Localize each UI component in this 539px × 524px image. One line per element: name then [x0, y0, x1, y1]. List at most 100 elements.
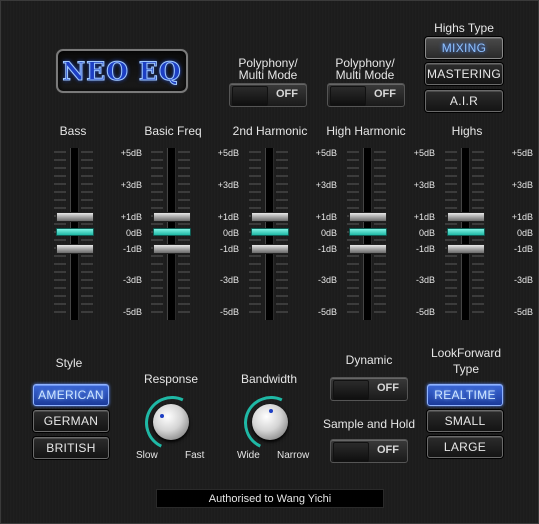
toggle-knob [330, 86, 366, 106]
scale-label: 0dB [320, 228, 337, 238]
band-label-highs: Highs [451, 124, 483, 138]
scale-label: -5dB [122, 307, 142, 317]
scale-label: +5dB [315, 148, 337, 158]
slider-thumb-lower[interactable] [153, 244, 191, 254]
scale-label: -3dB [122, 275, 142, 285]
scale-label: +3dB [413, 180, 435, 190]
scale-label: -1dB [219, 244, 239, 254]
highs-type-mastering-button[interactable]: MASTERING [425, 63, 503, 85]
scale-label: -1dB [513, 244, 533, 254]
scale-label: -1dB [122, 244, 142, 254]
logo-text: NEO EQ [62, 56, 182, 86]
response-knob-body [153, 404, 189, 440]
bandwidth-knob[interactable] [236, 388, 306, 458]
band-label-high-harmonic: High Harmonic [326, 124, 406, 138]
scale-label: +1dB [315, 212, 337, 222]
toggle-knob [232, 86, 268, 106]
sample-hold-title: Sample and Hold [322, 417, 416, 431]
scale-label: +5dB [217, 148, 239, 158]
scale-label: +5dB [511, 148, 533, 158]
slider-thumb-lower[interactable] [251, 244, 289, 254]
slider-thumb-upper[interactable] [153, 212, 191, 222]
toggle-knob [333, 442, 369, 462]
polyphony-toggle-2-state: OFF [374, 88, 396, 100]
bandwidth-knob-indicator [269, 409, 273, 413]
scale-label: -5dB [513, 307, 533, 317]
dynamic-toggle-state: OFF [377, 382, 399, 394]
style-british-button[interactable]: BRITISH [33, 437, 109, 459]
slider-center-marker [251, 228, 289, 236]
slider-thumb-lower[interactable] [56, 244, 94, 254]
dynamic-title: Dynamic [345, 353, 393, 367]
polyphony-label-2-line2: Multi Mode [335, 68, 395, 82]
lookforward-title-line1: LookForward [430, 346, 502, 360]
band-label-basic-freq: Basic Freq [144, 124, 202, 138]
scale-label: -5dB [219, 307, 239, 317]
scale-label: -3dB [415, 275, 435, 285]
scale-label: 0dB [125, 228, 142, 238]
highs-type-air-button[interactable]: A.I.R [425, 90, 503, 112]
scale-label: -3dB [513, 275, 533, 285]
scale-label: -3dB [317, 275, 337, 285]
band-label-2nd-harmonic: 2nd Harmonic [232, 124, 308, 138]
slider-thumb-upper[interactable] [56, 212, 94, 222]
response-max-label: Fast [185, 450, 205, 461]
response-knob[interactable] [137, 388, 207, 458]
style-title: Style [55, 356, 83, 370]
slider-high-harmonic[interactable] [339, 146, 399, 321]
slider-center-marker [153, 228, 191, 236]
scale-label: +1dB [511, 212, 533, 222]
lookforward-title-line2: Type [452, 362, 479, 376]
response-knob-indicator [160, 414, 164, 418]
slider-center-marker [447, 228, 485, 236]
lookforward-realtime-button[interactable]: REALTIME [427, 384, 503, 406]
scale-label: +3dB [511, 180, 533, 190]
slider-basic-freq[interactable] [143, 146, 203, 321]
eq-plugin-panel: NEO EQ Polyphony/ Multi Mode OFF Polypho… [0, 0, 539, 524]
response-title: Response [143, 372, 199, 386]
dynamic-toggle[interactable]: OFF [330, 377, 408, 401]
scale-label: -5dB [317, 307, 337, 317]
style-american-button[interactable]: AMERICAN [33, 384, 109, 406]
slider-thumb-upper[interactable] [251, 212, 289, 222]
scale-label: +1dB [413, 212, 435, 222]
scale-label: -5dB [415, 307, 435, 317]
scale-label: 0dB [516, 228, 533, 238]
scale-label: +5dB [120, 148, 142, 158]
scale-label: +5dB [413, 148, 435, 158]
polyphony-toggle-2[interactable]: OFF [327, 83, 405, 107]
polyphony-label-1-line2: Multi Mode [238, 68, 298, 82]
slider-thumb-lower[interactable] [349, 244, 387, 254]
scale-label: -3dB [219, 275, 239, 285]
polyphony-label-2: Polyphony/ Multi Mode [326, 57, 404, 81]
polyphony-toggle-1-state: OFF [276, 88, 298, 100]
sample-hold-toggle[interactable]: OFF [330, 439, 408, 463]
slider-center-marker [349, 228, 387, 236]
slider-bass[interactable] [46, 146, 106, 321]
lookforward-large-button[interactable]: LARGE [427, 436, 503, 458]
slider-highs[interactable] [437, 146, 497, 321]
license-footer: Authorised to Wang Yichi [156, 489, 384, 508]
slider-2nd-harmonic[interactable] [241, 146, 301, 321]
bandwidth-max-label: Narrow [277, 450, 310, 461]
lookforward-small-button[interactable]: SMALL [427, 410, 503, 432]
highs-type-mixing-button[interactable]: MIXING [425, 37, 503, 59]
style-german-button[interactable]: GERMAN [33, 410, 109, 432]
slider-center-marker [56, 228, 94, 236]
slider-thumb-lower[interactable] [447, 244, 485, 254]
polyphony-toggle-1[interactable]: OFF [229, 83, 307, 107]
highs-type-title: Highs Type [434, 21, 494, 35]
scale-label: 0dB [222, 228, 239, 238]
bandwidth-min-label: Wide [237, 450, 260, 461]
bandwidth-title: Bandwidth [240, 372, 298, 386]
scale-label: -1dB [415, 244, 435, 254]
scale-label: +1dB [217, 212, 239, 222]
polyphony-label-1: Polyphony/ Multi Mode [229, 57, 307, 81]
sample-hold-toggle-state: OFF [377, 444, 399, 456]
scale-label: +3dB [120, 180, 142, 190]
slider-thumb-upper[interactable] [349, 212, 387, 222]
scale-label: 0dB [418, 228, 435, 238]
slider-thumb-upper[interactable] [447, 212, 485, 222]
scale-label: +1dB [120, 212, 142, 222]
scale-label: +3dB [315, 180, 337, 190]
